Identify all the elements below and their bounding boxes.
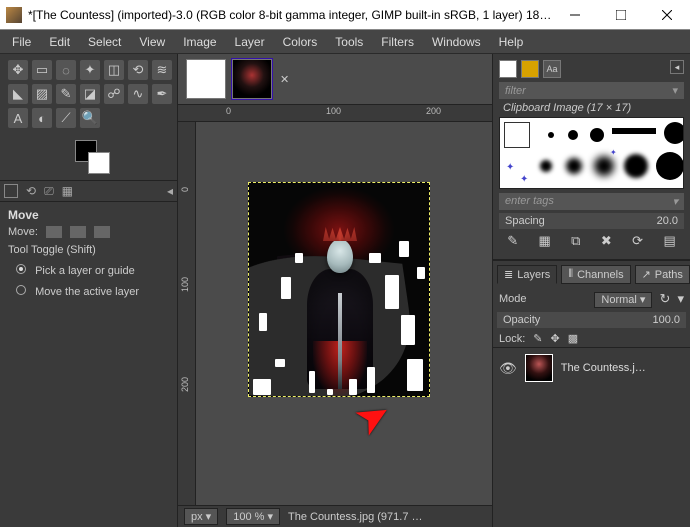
open-as-image-icon[interactable]: ▤ — [663, 233, 675, 249]
opacity-value[interactable]: 100.0 — [652, 314, 680, 326]
tool-path[interactable]: ✒ — [152, 84, 172, 104]
pattern-mini[interactable] — [521, 60, 539, 78]
tool-crop[interactable]: ◫ — [104, 60, 124, 80]
tool-clone[interactable]: ☍ — [104, 84, 124, 104]
mode-label: Mode — [499, 293, 527, 305]
font-mini[interactable]: Aa — [543, 60, 561, 78]
tool-measure[interactable]: ⟋ — [56, 108, 76, 128]
move-mode-layer[interactable] — [46, 226, 62, 238]
move-mode-selection[interactable] — [70, 226, 86, 238]
menu-filters[interactable]: Filters — [375, 33, 420, 51]
tool-gradient[interactable]: ▨ — [32, 84, 52, 104]
tool-move[interactable]: ✥ — [8, 60, 28, 80]
delete-brush-icon[interactable]: ✖ — [601, 233, 612, 249]
brush-filter-input[interactable]: filter — [505, 85, 526, 97]
canvas[interactable] — [248, 182, 430, 397]
radio-move-active[interactable] — [16, 285, 26, 295]
lock-pixels-icon[interactable]: ✎ — [533, 332, 542, 345]
clipboard-caption: Clipboard Image (17 × 17) — [499, 99, 684, 117]
tab-paths[interactable]: ↗ Paths — [635, 265, 690, 284]
image-tab-icon[interactable]: ▦ — [62, 184, 73, 198]
visibility-icon[interactable]: 👁 — [499, 360, 517, 377]
tool-options-tab[interactable] — [4, 184, 18, 198]
mode-select[interactable]: Normal ▾ — [594, 292, 652, 308]
tool-color-picker[interactable]: ◐ — [32, 108, 52, 128]
tags-dropdown-icon[interactable]: ▾ — [672, 195, 678, 208]
image-tab-2[interactable] — [232, 59, 272, 99]
tool-pencil[interactable]: ✎ — [56, 84, 76, 104]
lock-alpha-icon[interactable]: ▩ — [568, 332, 578, 345]
window-title: *[The Countess] (imported)-3.0 (RGB colo… — [28, 8, 552, 22]
close-image-tab[interactable]: ✕ — [280, 73, 289, 86]
tags-input[interactable]: enter tags — [505, 195, 554, 208]
menu-bar: File Edit Select View Image Layer Colors… — [0, 30, 690, 54]
unit-select[interactable]: px ▾ — [184, 508, 218, 525]
device-icon[interactable]: ⎚ — [44, 184, 54, 199]
ruler-horizontal: 0 100 200 — [178, 104, 492, 122]
tool-eraser[interactable]: ◪ — [80, 84, 100, 104]
tool-text[interactable]: A — [8, 108, 28, 128]
opt-move-active: Move the active layer — [35, 286, 139, 298]
opacity-label: Opacity — [503, 314, 540, 326]
configure-tab-icon[interactable]: ◂ — [167, 184, 173, 198]
lock-position-icon[interactable]: ✥ — [551, 332, 560, 345]
layer-name[interactable]: The Countess.j… — [561, 362, 646, 374]
zoom-select[interactable]: 100 % ▾ — [226, 508, 280, 525]
new-brush-icon[interactable]: ▦ — [538, 233, 550, 249]
menu-view[interactable]: View — [133, 33, 171, 51]
canvas-image — [338, 293, 342, 389]
spacing-label: Spacing — [505, 215, 545, 227]
menu-help[interactable]: Help — [493, 33, 530, 51]
tab-channels[interactable]: ⦀ Channels — [561, 265, 630, 284]
background-swatch[interactable] — [88, 152, 110, 174]
tool-toggle-label: Tool Toggle (Shift) — [0, 240, 177, 260]
tool-bucket[interactable]: ◣ — [8, 84, 28, 104]
filter-dropdown-icon[interactable]: ▾ — [672, 84, 678, 97]
color-swatches[interactable] — [0, 134, 177, 180]
canvas-image — [327, 239, 353, 273]
tool-transform[interactable]: ⟲ — [128, 60, 148, 80]
toolbox: ✥ ▭ ◌ ✦ ◫ ⟲ ≋ ◣ ▨ ✎ ◪ ☍ ∿ ✒ A ◐ ⟋ 🔍 — [0, 54, 177, 134]
duplicate-brush-icon[interactable]: ⧉ — [571, 233, 580, 249]
tool-zoom[interactable]: 🔍 — [80, 108, 100, 128]
mode-menu-icon[interactable]: ▾ — [677, 291, 684, 306]
app-icon — [6, 7, 22, 23]
layer-thumbnail — [525, 354, 553, 382]
tool-options-title: Move — [0, 202, 177, 224]
tool-rect-select[interactable]: ▭ — [32, 60, 52, 80]
edit-brush-icon[interactable]: ✎ — [507, 233, 518, 249]
brush-preview[interactable]: ✦ ✦ ✦ — [499, 117, 684, 189]
refresh-brush-icon[interactable]: ⟳ — [632, 233, 643, 249]
menu-file[interactable]: File — [6, 33, 37, 51]
move-label: Move: — [8, 226, 38, 238]
lock-label: Lock: — [499, 333, 525, 345]
status-filename: The Countess.jpg (971.7 … — [288, 511, 423, 523]
menu-edit[interactable]: Edit — [43, 33, 76, 51]
tool-smudge[interactable]: ∿ — [128, 84, 148, 104]
radio-pick-layer[interactable] — [16, 264, 26, 274]
menu-image[interactable]: Image — [177, 33, 222, 51]
image-tab-1[interactable] — [186, 59, 226, 99]
undo-history-icon[interactable]: ⟲ — [26, 184, 36, 198]
fg-mini[interactable] — [499, 60, 517, 78]
tab-layers[interactable]: ≣ Layers — [497, 265, 557, 284]
spacing-value[interactable]: 20.0 — [657, 215, 678, 227]
opt-pick-layer: Pick a layer or guide — [35, 265, 135, 277]
menu-layer[interactable]: Layer — [229, 33, 271, 51]
menu-tools[interactable]: Tools — [329, 33, 369, 51]
tool-fuzzy-select[interactable]: ✦ — [80, 60, 100, 80]
close-button[interactable] — [644, 0, 690, 30]
mode-switch-icon[interactable]: ↻ — [660, 291, 671, 306]
maximize-button[interactable] — [598, 0, 644, 30]
ruler-vertical: 0 100 200 — [178, 122, 196, 505]
tool-warp[interactable]: ≋ — [152, 60, 172, 80]
menu-select[interactable]: Select — [82, 33, 127, 51]
move-mode-path[interactable] — [94, 226, 110, 238]
minimize-button[interactable] — [552, 0, 598, 30]
menu-windows[interactable]: Windows — [426, 33, 487, 51]
dock-menu-icon[interactable]: ◂ — [670, 60, 684, 74]
menu-colors[interactable]: Colors — [277, 33, 324, 51]
tool-free-select[interactable]: ◌ — [56, 60, 76, 80]
layer-row[interactable]: 👁 The Countess.j… — [493, 347, 690, 388]
